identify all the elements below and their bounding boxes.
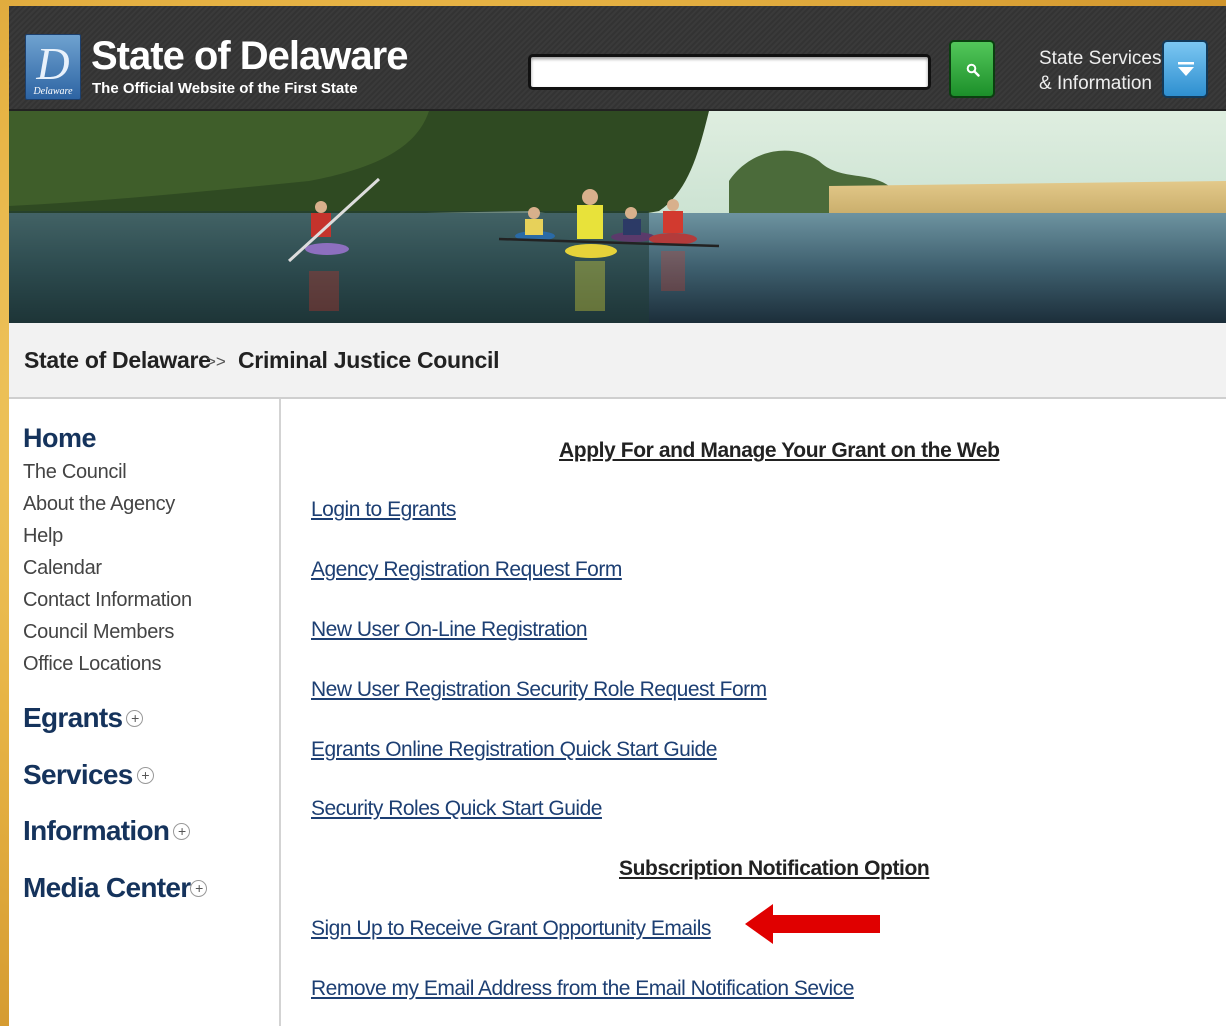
link-quick-start-guide[interactable]: Egrants Online Registration Quick Start … <box>311 738 717 762</box>
search-icon <box>966 63 980 77</box>
sidebar-item-home[interactable]: Home <box>23 423 97 454</box>
sidebar-nav: Home The Council About the Agency Help C… <box>9 399 281 1026</box>
sidebar-item-office-locations[interactable]: Office Locations <box>23 653 162 676</box>
sidebar-section-label: Media Center <box>23 872 191 903</box>
subscription-heading: Subscription Notification Option <box>619 857 930 880</box>
plus-icon[interactable]: + <box>126 710 144 727</box>
sidebar-item-the-council[interactable]: The Council <box>23 461 127 484</box>
sidebar-section-services[interactable]: Services + <box>23 759 154 791</box>
link-sign-up-emails[interactable]: Sign Up to Receive Grant Opportunity Ema… <box>311 917 711 941</box>
sidebar-section-media-center[interactable]: Media Center + <box>23 872 208 904</box>
site-title[interactable]: State of Delaware <box>91 34 408 79</box>
left-arrow-icon <box>745 904 880 944</box>
sidebar-section-label: Services <box>23 759 133 790</box>
state-services-dropdown-button[interactable] <box>1162 40 1208 98</box>
link-login-egrants[interactable]: Login to Egrants <box>311 498 456 522</box>
plus-icon[interactable]: + <box>136 767 154 784</box>
search-input[interactable] <box>528 54 931 90</box>
sidebar-item-contact[interactable]: Contact Information <box>23 589 192 612</box>
sidebar-section-label: Egrants <box>23 702 123 733</box>
main-content: Apply For and Manage Your Grant on the W… <box>283 399 1226 1026</box>
sidebar-item-calendar[interactable]: Calendar <box>23 557 102 580</box>
sidebar-section-egrants[interactable]: Egrants + <box>23 702 144 734</box>
site-header: D Delaware State of Delaware The Officia… <box>9 6 1226 111</box>
sidebar-item-council-members[interactable]: Council Members <box>23 621 174 644</box>
link-security-roles-guide[interactable]: Security Roles Quick Start Guide <box>311 797 602 821</box>
logo-caption: Delaware <box>33 86 73 97</box>
link-security-role-form[interactable]: New User Registration Security Role Requ… <box>311 678 767 702</box>
link-agency-registration[interactable]: Agency Registration Request Form <box>311 558 622 582</box>
grant-web-heading: Apply For and Manage Your Grant on the W… <box>559 439 1000 462</box>
search-button[interactable] <box>949 40 995 98</box>
delaware-logo[interactable]: D Delaware <box>25 34 81 100</box>
browser-page: D Delaware State of Delaware The Officia… <box>9 6 1226 1026</box>
site-subtitle: The Official Website of the First State <box>92 80 358 97</box>
breadcrumb-item-cjc[interactable]: Criminal Justice Council <box>238 347 500 374</box>
breadcrumb-separator: >> <box>206 352 226 371</box>
banner-photo-kayakers <box>9 111 1226 323</box>
sidebar-section-information[interactable]: Information + <box>23 815 191 847</box>
sidebar-item-about-agency[interactable]: About the Agency <box>23 493 175 516</box>
sidebar-section-label: Information <box>23 815 170 846</box>
link-remove-email[interactable]: Remove my Email Address from the Email N… <box>311 977 854 1001</box>
breadcrumb: State of Delaware >> Criminal Justice Co… <box>9 323 1226 399</box>
kayak-photo <box>9 111 1226 323</box>
state-services-label[interactable]: State Services & Information <box>1039 46 1162 96</box>
sidebar-item-help[interactable]: Help <box>23 525 63 548</box>
services-label-line2: & Information <box>1039 73 1152 94</box>
plus-icon[interactable]: + <box>190 880 208 897</box>
chevron-down-icon <box>1178 62 1194 76</box>
services-label-line1: State Services <box>1039 48 1162 69</box>
breadcrumb-item-state[interactable]: State of Delaware <box>24 347 211 374</box>
logo-letter: D <box>36 38 70 89</box>
plus-icon[interactable]: + <box>173 823 191 840</box>
link-new-user-registration[interactable]: New User On-Line Registration <box>311 618 588 642</box>
